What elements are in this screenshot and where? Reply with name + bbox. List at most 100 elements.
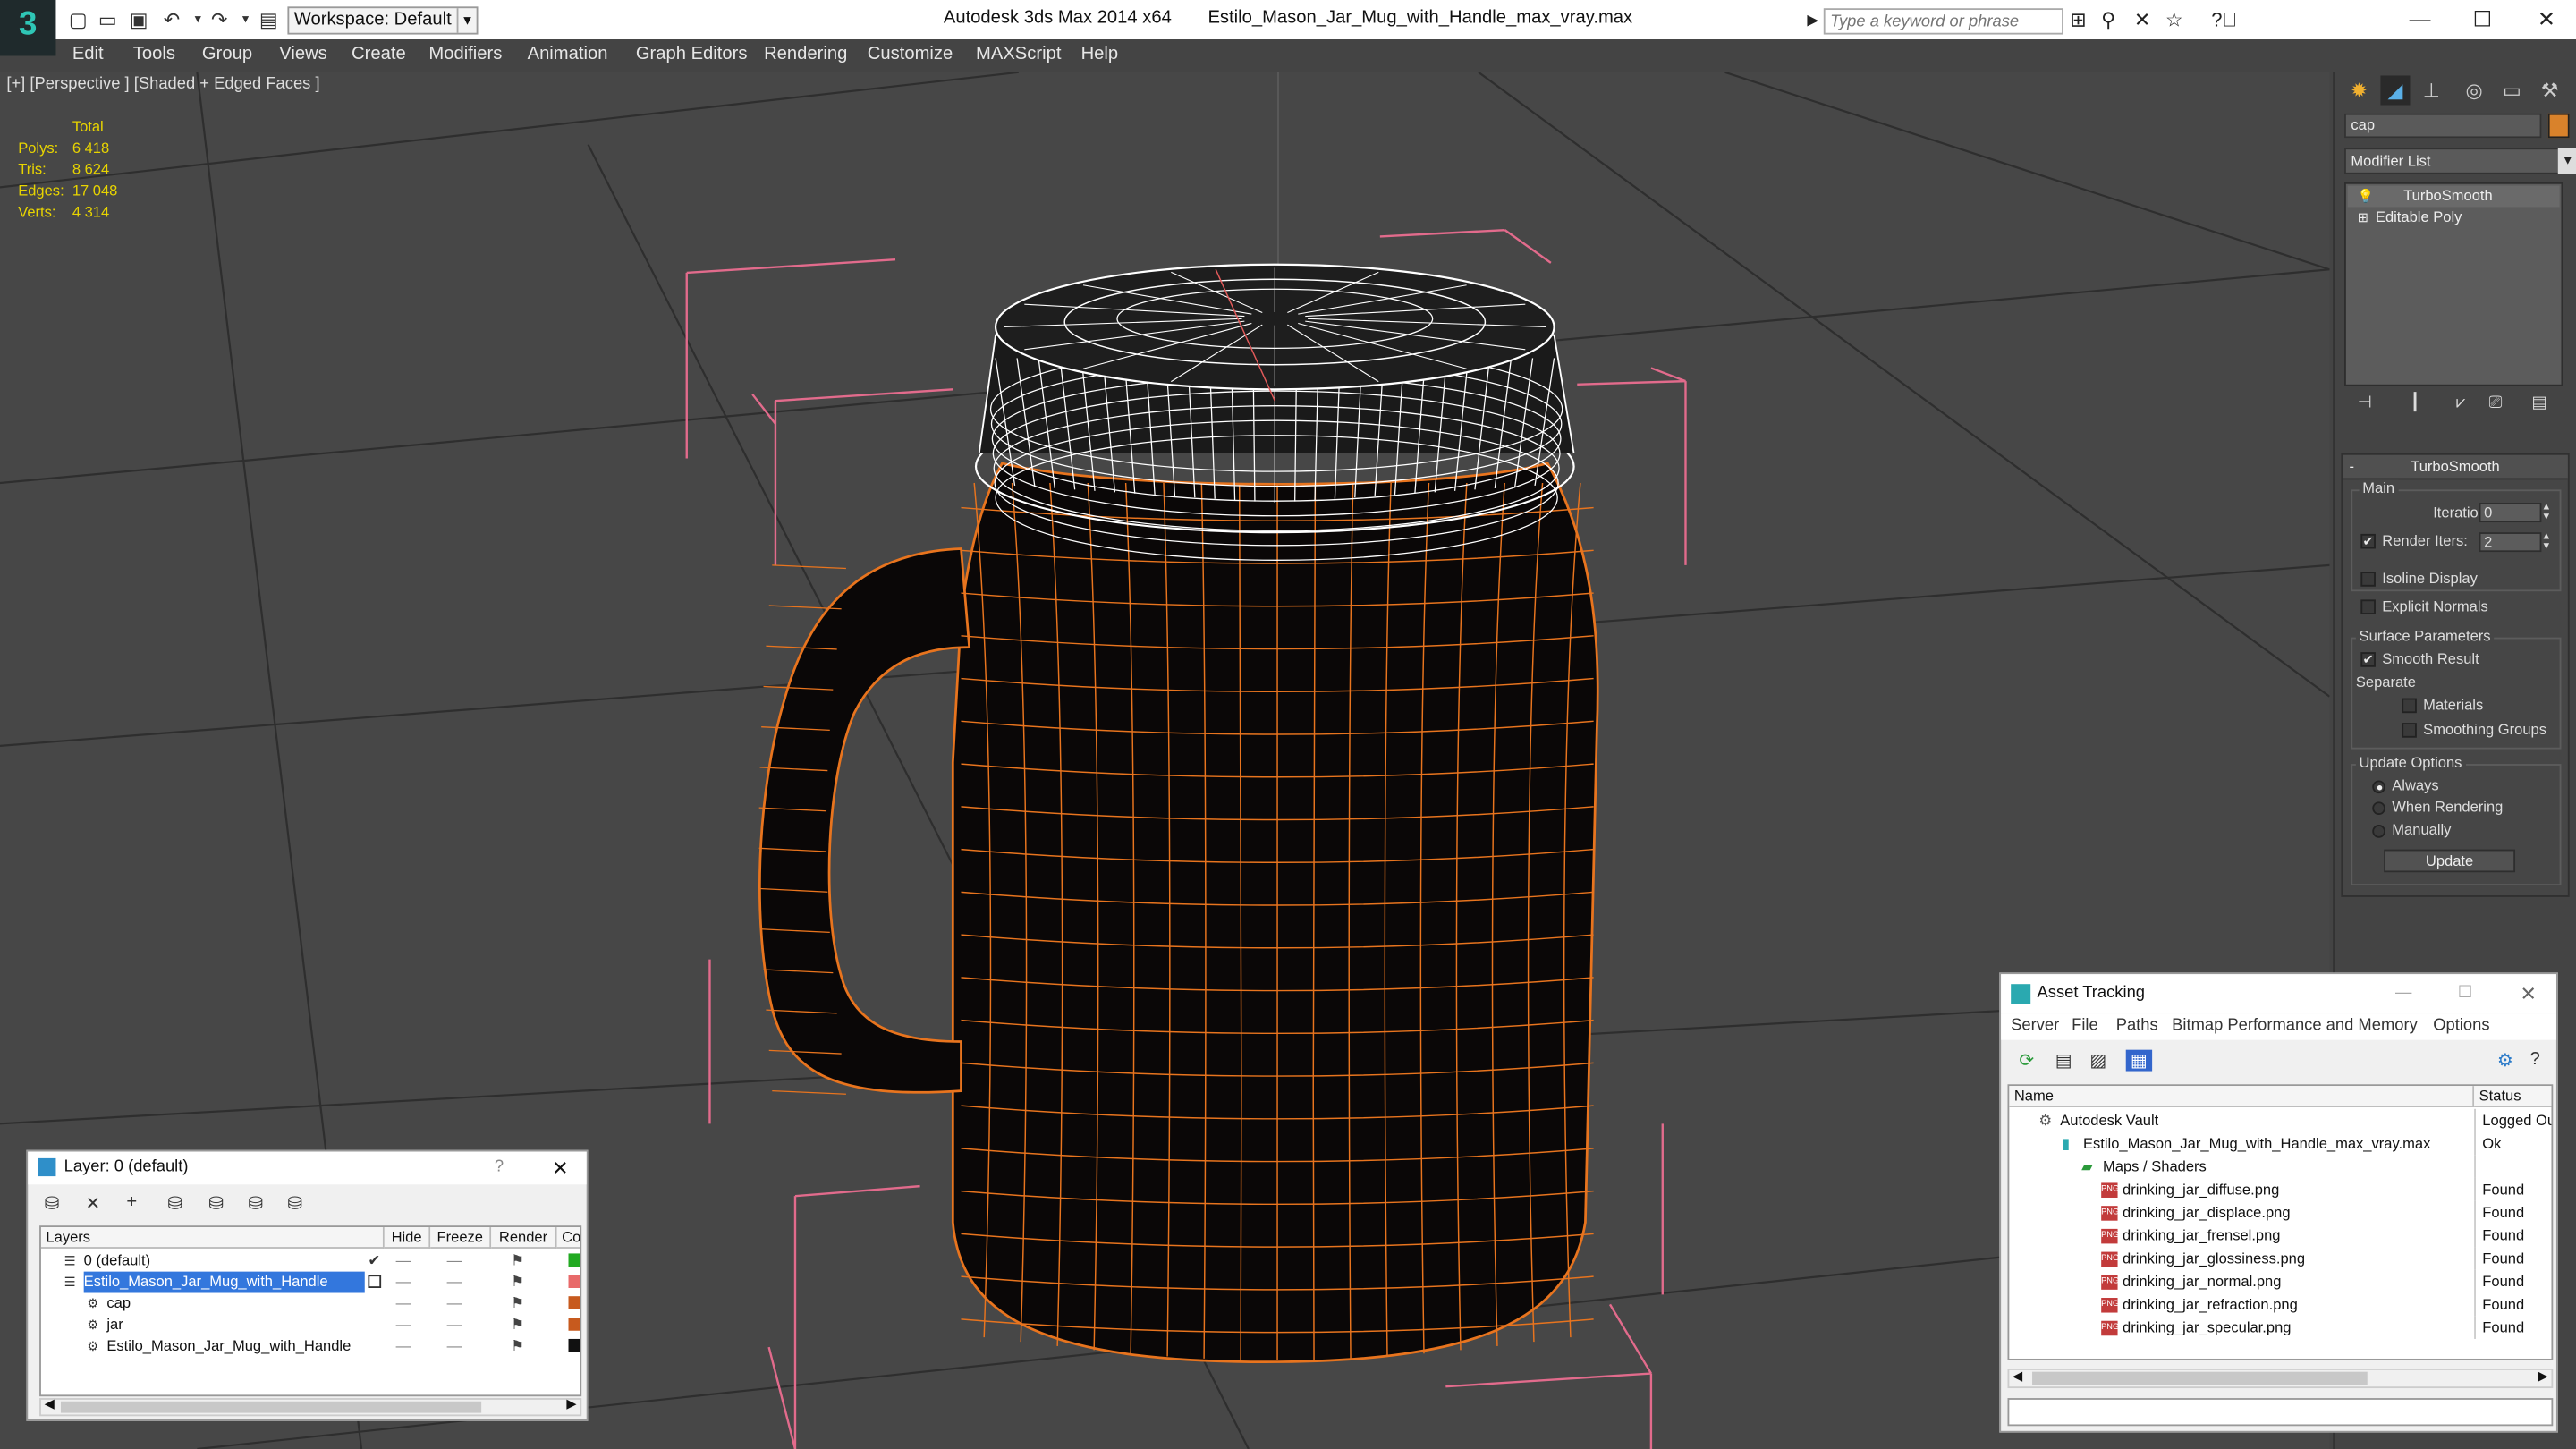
menu-animation[interactable]: Animation [528, 45, 608, 64]
update-button[interactable]: Update [2384, 849, 2516, 873]
scroll-right-icon[interactable]: ▶ [2538, 1368, 2547, 1384]
menu-paths[interactable]: Paths [2116, 1017, 2158, 1035]
modifier-list-dropdown[interactable]: Modifier List ▼ [2344, 148, 2576, 174]
asset-row[interactable]: ⚙ Autodesk Vault Logged Ou [2009, 1108, 2551, 1132]
layer-color-swatch[interactable] [568, 1253, 580, 1267]
update-manually-radio[interactable] [2372, 825, 2385, 838]
asset-row[interactable]: PNG drinking_jar_diffuse.png Found [2009, 1177, 2551, 1201]
freeze-toggle[interactable]: — [447, 1314, 462, 1335]
spinner-arrows-icon[interactable]: ▲ ▼ [2541, 503, 2551, 522]
asset-row[interactable]: PNG drinking_jar_specular.png Found [2009, 1316, 2551, 1339]
list-view-icon[interactable]: ▤ [2055, 1050, 2072, 1072]
horizontal-scrollbar[interactable]: ◀ ▶ [2007, 1368, 2554, 1389]
iterations-spinner[interactable]: 0 [2479, 503, 2542, 523]
new-file-icon[interactable]: ▢ [65, 8, 90, 31]
menu-maxscript[interactable]: MAXScript [976, 45, 1061, 64]
layer-row[interactable]: ☰ 0 (default) ✔ — — ⚑ [41, 1250, 580, 1272]
minimize-icon[interactable]: — [2395, 974, 2411, 1013]
menu-modifiers[interactable]: Modifiers [428, 45, 502, 64]
isoline-display-checkbox[interactable] [2360, 572, 2376, 587]
viewport-label[interactable]: [+] [Perspective ] [Shaded + Edged Faces… [6, 75, 319, 93]
menu-customize[interactable]: Customize [868, 45, 953, 64]
motion-tab-icon[interactable]: ◎ [2460, 75, 2489, 105]
menu-create[interactable]: Create [352, 45, 406, 64]
column-header-layers[interactable]: Layers [40, 1227, 385, 1249]
scroll-left-icon[interactable]: ◀ [2012, 1368, 2022, 1384]
render-iters-spinner[interactable]: 2 [2479, 532, 2542, 553]
hide-toggle[interactable]: — [396, 1335, 411, 1357]
asset-row[interactable]: PNG drinking_jar_glossiness.png Found [2009, 1247, 2551, 1270]
redo-dropdown-icon[interactable]: ▾ [233, 8, 258, 31]
close-icon[interactable]: ✕ [552, 1152, 568, 1185]
key-icon[interactable]: ⚲ [2101, 8, 2115, 31]
minimize-icon[interactable]: — [2403, 6, 2436, 31]
menu-server[interactable]: Server [2011, 1017, 2059, 1035]
workspace-dropdown[interactable]: Workspace: Default ▼ [287, 6, 479, 35]
column-header-render[interactable]: Render [491, 1227, 557, 1249]
binoculars-icon[interactable]: ⊞ [2070, 8, 2086, 31]
jar-mesh[interactable] [758, 462, 1599, 1364]
layer-row[interactable]: ⚙ Estilo_Mason_Jar_Mug_with_Handle — — ⚑ [41, 1335, 580, 1357]
layer-name[interactable]: Estilo_Mason_Jar_Mug_with_Handle [106, 1335, 357, 1357]
stack-item-turbosmooth[interactable]: 💡 TurboSmooth [2347, 185, 2560, 208]
asset-row[interactable]: PNG drinking_jar_frensel.png Found [2009, 1224, 2551, 1248]
menu-views[interactable]: Views [279, 45, 327, 64]
refresh-icon[interactable]: ⟳ [2019, 1050, 2034, 1072]
smooth-result-checkbox[interactable]: ✔ [2360, 652, 2376, 667]
hide-all-icon[interactable]: ⛁ [248, 1192, 263, 1214]
set-current-layer-box[interactable] [368, 1275, 382, 1289]
vault-login-icon[interactable]: ⚙ [2497, 1050, 2513, 1072]
column-header-freeze[interactable]: Freeze [430, 1227, 492, 1249]
open-file-icon[interactable]: ▭ [96, 8, 121, 31]
materials-checkbox[interactable] [2402, 698, 2417, 714]
asset-row[interactable]: ▮ Estilo_Mason_Jar_Mug_with_Handle_max_vr… [2009, 1131, 2551, 1156]
freeze-toggle[interactable]: — [447, 1272, 462, 1293]
hide-toggle[interactable]: — [396, 1250, 411, 1272]
highlight-layer-icon[interactable]: ⛁ [208, 1192, 224, 1214]
layer-name[interactable]: Estilo_Mason_Jar_Mug_with_Handle [83, 1271, 365, 1293]
freeze-all-icon[interactable]: ⛁ [287, 1192, 302, 1214]
rollout-header[interactable]: - TurboSmooth [2343, 454, 2568, 480]
column-header-name[interactable]: Name [2009, 1086, 2475, 1107]
spinner-arrows-icon[interactable]: ▲ ▼ [2541, 532, 2551, 552]
stack-item-editable-poly[interactable]: ⊞ Editable Poly [2348, 207, 2560, 228]
make-unique-icon[interactable]: ⩗ [2456, 394, 2465, 412]
layer-name[interactable]: cap [106, 1293, 137, 1315]
menu-tools[interactable]: Tools [133, 45, 175, 64]
menu-options[interactable]: Options [2433, 1017, 2489, 1035]
help-button[interactable]: ? [495, 1152, 504, 1185]
create-tab-icon[interactable]: ✹ [2344, 75, 2374, 105]
help-icon[interactable]: ? [2530, 1050, 2540, 1070]
scroll-left-icon[interactable]: ◀ [45, 1396, 55, 1411]
help-icon[interactable]: ?⃝ [2211, 8, 2237, 31]
freeze-toggle[interactable]: — [447, 1293, 462, 1315]
show-end-result-icon[interactable]: ┃ [2410, 394, 2419, 412]
utilities-tab-icon[interactable]: ⚒ [2535, 75, 2564, 105]
expand-plus-icon[interactable]: ⊞ [2358, 207, 2368, 228]
close-icon[interactable]: ✕ [2521, 974, 2537, 1013]
pin-stack-icon[interactable]: ⊣ [2358, 394, 2372, 412]
hierarchy-tab-icon[interactable]: ⊥ [2417, 75, 2446, 105]
layer-row[interactable]: ⚙ jar — — ⚑ [41, 1314, 580, 1335]
delete-layer-icon[interactable]: ✕ [86, 1192, 101, 1214]
search-expand-icon[interactable]: ▶ [1807, 8, 1818, 31]
menu-group[interactable]: Group [202, 45, 252, 64]
asset-row[interactable]: ▰ Maps / Shaders [2009, 1155, 2551, 1178]
render-teapot-icon[interactable]: ⚑ [511, 1293, 524, 1315]
object-color-swatch[interactable] [2547, 113, 2570, 139]
object-name-field[interactable]: cap [2344, 113, 2542, 139]
undo-icon[interactable]: ↶ [159, 8, 184, 31]
favorites-star-icon[interactable]: ☆ [2165, 8, 2183, 31]
scroll-right-icon[interactable]: ▶ [566, 1396, 576, 1411]
layer-color-swatch[interactable] [568, 1338, 580, 1352]
project-folder-icon[interactable]: ▤ [257, 8, 282, 31]
layer-color-swatch[interactable] [568, 1318, 580, 1331]
maximize-icon[interactable]: ☐ [2466, 6, 2499, 32]
configure-modifier-sets-icon[interactable]: ▤ [2531, 394, 2546, 412]
asset-row[interactable]: PNG drinking_jar_displace.png Found [2009, 1200, 2551, 1224]
update-always-radio[interactable] [2372, 780, 2385, 794]
render-teapot-icon[interactable]: ⚑ [511, 1314, 524, 1335]
render-teapot-icon[interactable]: ⚑ [511, 1250, 524, 1272]
bulb-icon[interactable]: 💡 [2358, 186, 2374, 208]
table-view-icon[interactable]: ▦ [2125, 1049, 2153, 1072]
